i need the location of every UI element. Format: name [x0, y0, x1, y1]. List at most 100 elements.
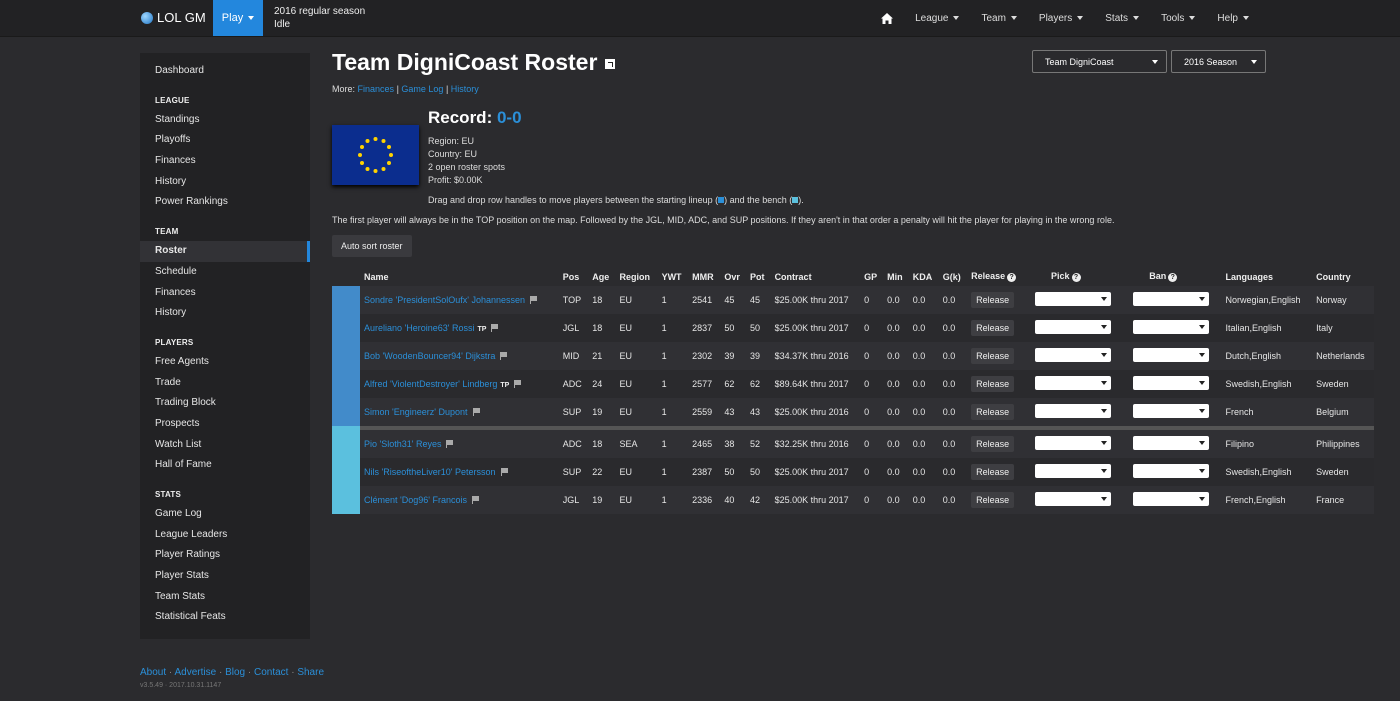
sidebar-item-dashboard[interactable]: Dashboard — [140, 61, 310, 82]
home-link[interactable] — [870, 0, 904, 36]
play-menu-button[interactable]: Play — [213, 0, 263, 36]
season-select[interactable]: 2016 Season — [1171, 50, 1266, 73]
drag-handle[interactable] — [332, 398, 360, 426]
col-name[interactable]: Name — [360, 267, 559, 286]
col-pick[interactable]: Pick? — [1025, 267, 1123, 286]
col-age[interactable]: Age — [588, 267, 615, 286]
sidebar-item-player-ratings[interactable]: Player Ratings — [140, 545, 310, 566]
flag-icon[interactable] — [500, 468, 509, 476]
pick-select[interactable] — [1035, 376, 1111, 390]
ban-select[interactable] — [1133, 376, 1210, 390]
more-game-log-link[interactable]: Game Log — [401, 84, 443, 94]
player-name-link[interactable]: Sondre 'PresidentSolOufx' Johannessen — [364, 295, 525, 305]
drag-handle[interactable] — [332, 430, 360, 458]
sidebar-item-prospects[interactable]: Prospects — [140, 414, 310, 435]
release-button[interactable]: Release — [971, 348, 1015, 364]
sidebar-item-league-finances[interactable]: Finances — [140, 151, 310, 172]
ban-select[interactable] — [1133, 436, 1210, 450]
col-ovr[interactable]: Ovr — [720, 267, 746, 286]
drag-handle[interactable] — [332, 314, 360, 342]
menu-league[interactable]: League — [904, 0, 970, 36]
menu-players[interactable]: Players — [1028, 0, 1094, 36]
sidebar-item-team-stats[interactable]: Team Stats — [140, 587, 310, 608]
external-link-icon[interactable] — [605, 58, 616, 69]
help-icon[interactable]: ? — [1168, 273, 1178, 282]
sidebar-item-trading-block[interactable]: Trading Block — [140, 393, 310, 414]
col-pot[interactable]: Pot — [746, 267, 771, 286]
release-button[interactable]: Release — [971, 464, 1015, 480]
footer-about-link[interactable]: About — [140, 667, 166, 678]
pick-select[interactable] — [1035, 320, 1111, 334]
release-button[interactable]: Release — [971, 492, 1015, 508]
drag-handle[interactable] — [332, 342, 360, 370]
col-languages[interactable]: Languages — [1222, 267, 1313, 286]
sidebar-item-watch-list[interactable]: Watch List — [140, 435, 310, 456]
ban-select[interactable] — [1133, 404, 1210, 418]
sidebar-item-standings[interactable]: Standings — [140, 110, 310, 131]
sidebar-item-team-finances[interactable]: Finances — [140, 283, 310, 304]
help-icon[interactable]: ? — [1071, 273, 1081, 282]
pick-select[interactable] — [1035, 492, 1111, 506]
sidebar-item-league-leaders[interactable]: League Leaders — [140, 525, 310, 546]
drag-handle[interactable] — [332, 286, 360, 314]
player-name-link[interactable]: Pio 'Sloth31' Reyes — [364, 439, 441, 449]
flag-icon[interactable] — [514, 380, 522, 388]
sidebar-item-playoffs[interactable]: Playoffs — [140, 130, 310, 151]
sidebar-item-schedule[interactable]: Schedule — [140, 262, 310, 283]
sidebar-item-statistical-feats[interactable]: Statistical Feats — [140, 607, 310, 628]
footer-contact-link[interactable]: Contact — [254, 667, 288, 678]
menu-team[interactable]: Team — [970, 0, 1027, 36]
player-name-link[interactable]: Alfred 'ViolentDestroyer' Lindberg — [364, 379, 497, 389]
flag-icon[interactable] — [471, 496, 480, 504]
col-contract[interactable]: Contract — [771, 267, 861, 286]
col-pos[interactable]: Pos — [559, 267, 588, 286]
menu-stats[interactable]: Stats — [1094, 0, 1150, 36]
more-finances-link[interactable]: Finances — [358, 84, 395, 94]
sidebar-item-player-stats[interactable]: Player Stats — [140, 566, 310, 587]
brand-logo[interactable]: LOL GM — [141, 10, 206, 25]
col-ywt[interactable]: YWT — [658, 267, 689, 286]
flag-icon[interactable] — [530, 296, 538, 304]
col-gk[interactable]: G(k) — [939, 267, 967, 286]
flag-icon[interactable] — [491, 324, 499, 332]
sidebar-item-free-agents[interactable]: Free Agents — [140, 352, 310, 373]
help-icon[interactable]: ? — [1007, 273, 1017, 282]
pick-select[interactable] — [1035, 464, 1111, 478]
col-region[interactable]: Region — [616, 267, 658, 286]
release-button[interactable]: Release — [971, 376, 1015, 392]
col-gp[interactable]: GP — [860, 267, 883, 286]
col-release[interactable]: Release? — [967, 267, 1025, 286]
col-ban[interactable]: Ban? — [1123, 267, 1221, 286]
footer-advertise-link[interactable]: Advertise — [174, 667, 216, 678]
footer-share-link[interactable]: Share — [297, 667, 324, 678]
col-country[interactable]: Country — [1312, 267, 1374, 286]
team-select[interactable]: Team DigniCoast — [1032, 50, 1167, 73]
menu-tools[interactable]: Tools — [1150, 0, 1206, 36]
player-name-link[interactable]: Clément 'Dog96' Francois — [364, 495, 467, 505]
drag-handle[interactable] — [332, 370, 360, 398]
sidebar-item-team-history[interactable]: History — [140, 303, 310, 324]
pick-select[interactable] — [1035, 436, 1111, 450]
ban-select[interactable] — [1133, 464, 1210, 478]
drag-handle[interactable] — [332, 458, 360, 486]
ban-select[interactable] — [1133, 348, 1210, 362]
menu-help[interactable]: Help — [1206, 0, 1260, 36]
player-name-link[interactable]: Aureliano 'Heroine63' Rossi — [364, 323, 475, 333]
flag-icon[interactable] — [446, 440, 454, 448]
footer-blog-link[interactable]: Blog — [225, 667, 245, 678]
player-name-link[interactable]: Bob 'WoodenBouncer94' Dijkstra — [364, 351, 495, 361]
release-button[interactable]: Release — [971, 320, 1015, 336]
player-name-link[interactable]: Nils 'RiseoftheLiver10' Petersson — [364, 467, 496, 477]
col-mmr[interactable]: MMR — [688, 267, 720, 286]
player-name-link[interactable]: Simon 'Engineerz' Dupont — [364, 407, 468, 417]
pick-select[interactable] — [1035, 348, 1111, 362]
ban-select[interactable] — [1133, 492, 1210, 506]
sidebar-item-hall-of-fame[interactable]: Hall of Fame — [140, 455, 310, 476]
ban-select[interactable] — [1133, 320, 1210, 334]
pick-select[interactable] — [1035, 404, 1111, 418]
sidebar-item-league-history[interactable]: History — [140, 172, 310, 193]
col-min[interactable]: Min — [883, 267, 909, 286]
col-kda[interactable]: KDA — [909, 267, 939, 286]
drag-handle[interactable] — [332, 486, 360, 514]
more-history-link[interactable]: History — [451, 84, 479, 94]
